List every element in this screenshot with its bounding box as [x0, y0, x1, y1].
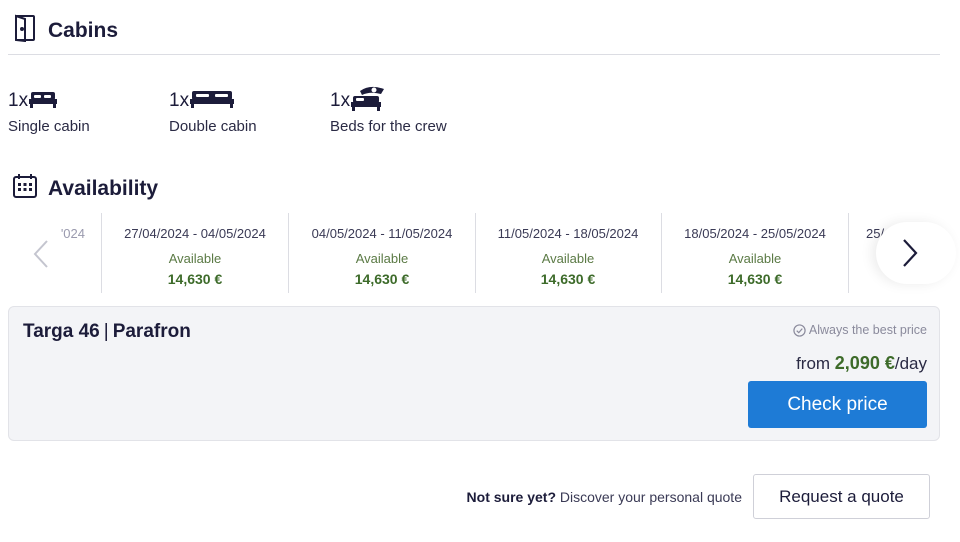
cabin-count: 1x: [330, 90, 351, 111]
offer-card: Targa 46 | Parafron Always the best price …: [8, 306, 940, 441]
cabin-item-single: 1x Single cabin: [8, 86, 90, 135]
week-card[interactable]: 11/05/2024 - 18/05/2024 Available 14,630…: [475, 213, 662, 293]
cabin-label: Beds for the crew: [330, 118, 447, 135]
week-status: Available: [728, 251, 782, 266]
quote-prompt: Not sure yet? Discover your personal quo…: [467, 489, 742, 505]
price-prefix: from: [796, 354, 831, 373]
cabin-count: 1x: [169, 90, 190, 111]
availability-carousel: '024 27/04/2024 - 04/05/2024 Available 1…: [8, 213, 940, 293]
check-price-button[interactable]: Check price: [748, 381, 927, 428]
week-card[interactable]: 18/05/2024 - 25/05/2024 Available 14,630…: [662, 213, 849, 293]
single-bed-icon: [28, 88, 58, 115]
availability-title: Availability: [48, 176, 159, 200]
week-dates: 11/05/2024 - 18/05/2024: [497, 226, 639, 241]
chevron-left-icon: [33, 240, 48, 268]
price-amount: 2,090 €: [834, 353, 895, 373]
boat-name: Targa 46 | Parafron: [23, 321, 191, 343]
best-price-text: Always the best price: [808, 323, 927, 337]
week-status: Available: [168, 251, 222, 266]
week-price: 14,630 €: [540, 271, 596, 287]
crew-bed-icon: [350, 85, 388, 118]
quote-bold-text: Not sure yet?: [466, 488, 556, 505]
week-status: Available: [541, 251, 595, 266]
cabin-item-crew: 1x Beds for the crew: [330, 86, 447, 135]
best-price-note: Always the best price: [793, 323, 927, 337]
boat-title: Parafron: [112, 321, 191, 342]
calendar-icon: [12, 173, 38, 204]
cabins-header: Cabins: [12, 14, 118, 47]
week-price: 14,630 €: [727, 271, 783, 287]
cabin-label: Double cabin: [169, 118, 257, 135]
quote-text: Discover your personal quote: [559, 488, 742, 505]
carousel-next-button[interactable]: [876, 222, 956, 284]
check-circle-icon: [793, 323, 806, 337]
boat-model: Targa 46: [23, 321, 100, 342]
cabin-count: 1x: [8, 90, 29, 111]
week-price: 14,630 €: [167, 271, 223, 287]
week-dates: 18/05/2024 - 25/05/2024: [684, 226, 826, 241]
price-suffix: /day: [894, 354, 927, 373]
cabin-label: Single cabin: [8, 118, 90, 135]
week-status: Available: [355, 251, 409, 266]
door-icon: [12, 14, 38, 47]
week-dates: 04/05/2024 - 11/05/2024: [311, 226, 453, 241]
double-bed-icon: [189, 88, 235, 115]
price-per-day: from 2,090 €/day: [796, 353, 927, 374]
cabins-title: Cabins: [48, 18, 119, 42]
availability-header: Availability: [12, 173, 158, 204]
name-separator: |: [103, 321, 109, 342]
week-card[interactable]: 04/05/2024 - 11/05/2024 Available 14,630…: [289, 213, 476, 293]
week-card[interactable]: 27/04/2024 - 04/05/2024 Available 14,630…: [102, 213, 289, 293]
request-quote-button[interactable]: Request a quote: [753, 474, 930, 519]
chevron-right-icon: [903, 239, 918, 267]
section-divider: [8, 54, 940, 55]
week-dates: 27/04/2024 - 04/05/2024: [124, 226, 266, 241]
quote-row: Not sure yet? Discover your personal quo…: [467, 474, 930, 519]
cabin-item-double: 1x Double cabin: [169, 86, 257, 135]
carousel-prev-button[interactable]: [26, 234, 56, 274]
week-price: 14,630 €: [354, 271, 410, 287]
